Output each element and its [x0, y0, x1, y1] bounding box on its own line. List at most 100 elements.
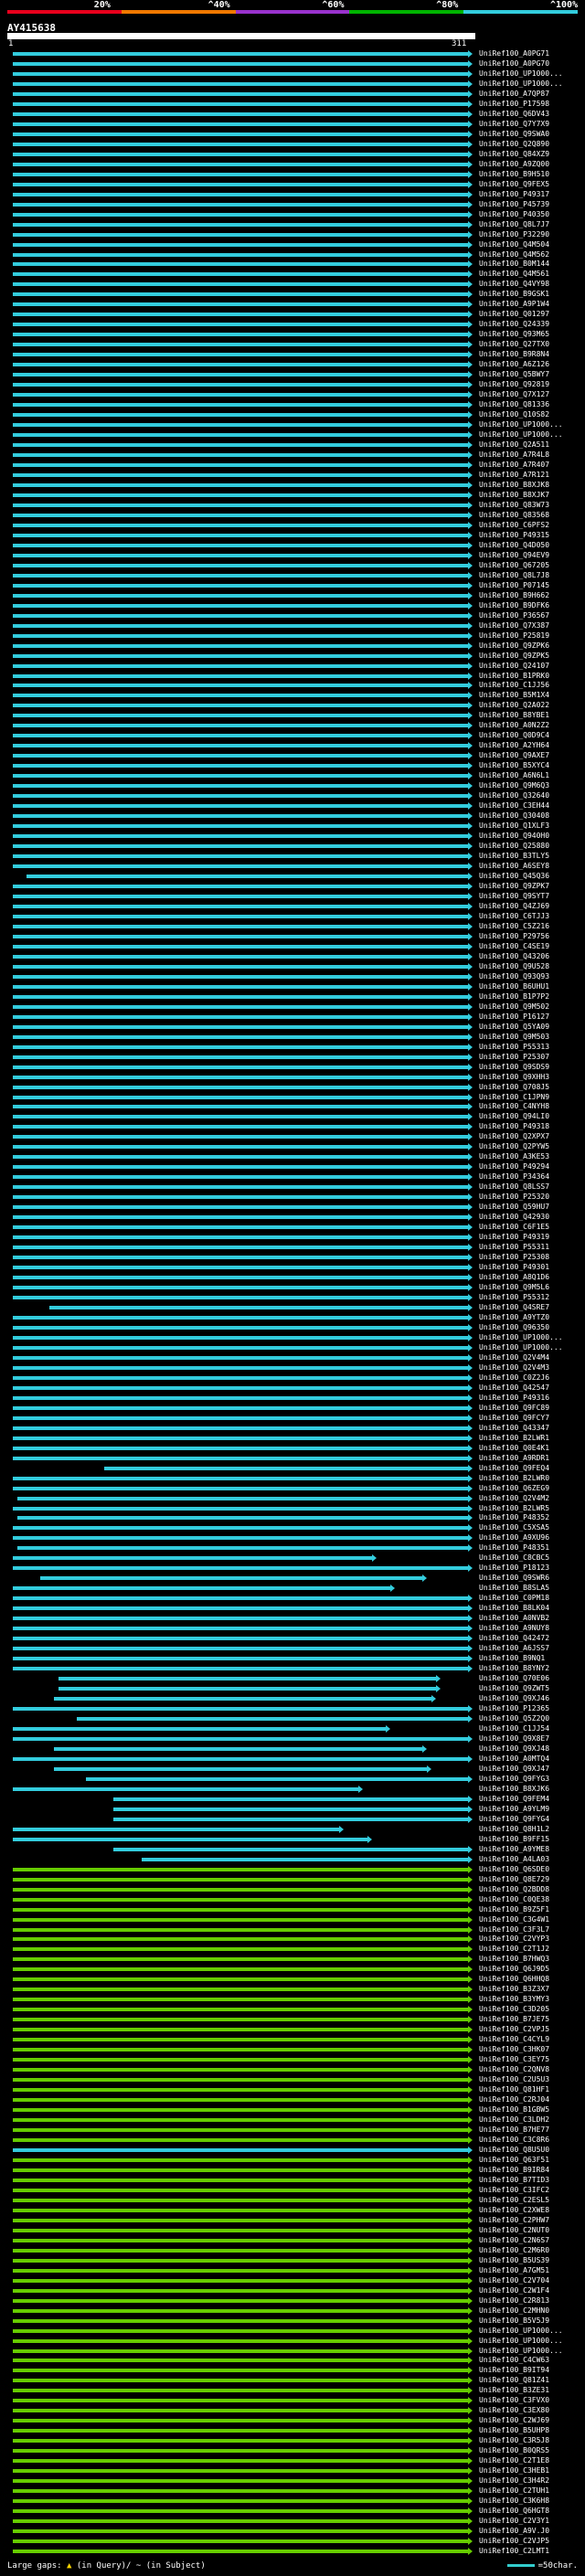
hit-row[interactable]: UniRef100_B8XJK8 — [0, 481, 585, 490]
hit-row[interactable]: UniRef100_B3TLY5 — [0, 852, 585, 861]
hit-label[interactable]: UniRef100_Q9FYG3 — [479, 1775, 549, 1784]
hit-row[interactable]: UniRef100_Q8U5U0 — [0, 2146, 585, 2155]
hit-label[interactable]: UniRef100_Q9FCY7 — [479, 1414, 549, 1423]
hit-label[interactable]: UniRef100_Q7X127 — [479, 390, 549, 399]
hit-label[interactable]: UniRef100_A0N2Z2 — [479, 721, 549, 730]
hit-label[interactable]: UniRef100_C0Z2J6 — [479, 1373, 549, 1383]
hit-row[interactable]: UniRef100_Q5BWY7 — [0, 370, 585, 379]
hit-label[interactable]: UniRef100_Q81336 — [479, 400, 549, 409]
hit-row[interactable]: UniRef100_P25819 — [0, 631, 585, 641]
hit-row[interactable]: UniRef100_Q63F51 — [0, 2156, 585, 2165]
hit-label[interactable]: UniRef100_B2LWR1 — [479, 1434, 549, 1443]
hit-row[interactable]: UniRef100_Q93M65 — [0, 330, 585, 339]
hit-row[interactable]: UniRef100_B5V5J9 — [0, 2316, 585, 2326]
hit-row[interactable]: UniRef100_C3HEB1 — [0, 2466, 585, 2475]
hit-label[interactable]: UniRef100_Q2XPX7 — [479, 1132, 549, 1141]
hit-label[interactable]: UniRef100_B8XJK8 — [479, 481, 549, 490]
hit-row[interactable]: UniRef100_UP1000... — [0, 430, 585, 440]
hit-row[interactable]: UniRef100_Q9M6Q3 — [0, 781, 585, 790]
hit-row[interactable]: UniRef100_Q2V4M3 — [0, 1363, 585, 1373]
hit-label[interactable]: UniRef100_Q9XJ48 — [479, 1744, 549, 1754]
hit-label[interactable]: UniRef100_Q8L7J7 — [479, 220, 549, 229]
hit-label[interactable]: UniRef100_A6SEY8 — [479, 862, 549, 871]
hit-row[interactable]: UniRef100_Q1XLF3 — [0, 822, 585, 831]
hit-row[interactable]: UniRef100_Q4M561 — [0, 270, 585, 279]
hit-label[interactable]: UniRef100_Q4M562 — [479, 250, 549, 260]
hit-label[interactable]: UniRef100_B0M144 — [479, 260, 549, 269]
hit-label[interactable]: UniRef100_C2U5U3 — [479, 2075, 549, 2084]
hit-row[interactable]: UniRef100_B8YBE1 — [0, 711, 585, 720]
hit-row[interactable]: UniRef100_C1JPN9 — [0, 1093, 585, 1102]
hit-row[interactable]: UniRef100_Q45Q36 — [0, 872, 585, 881]
hit-label[interactable]: UniRef100_A9RDR1 — [479, 1454, 549, 1463]
hit-row[interactable]: UniRef100_Q9M502 — [0, 1002, 585, 1012]
hit-label[interactable]: UniRef100_Q8L7J8 — [479, 571, 549, 580]
hit-row[interactable]: UniRef100_A9YTZ0 — [0, 1313, 585, 1322]
hit-row[interactable]: UniRef100_P49294 — [0, 1162, 585, 1171]
hit-label[interactable]: UniRef100_Q6J9D5 — [479, 1965, 549, 1974]
hit-label[interactable]: UniRef100_Q4D050 — [479, 541, 549, 550]
hit-label[interactable]: UniRef100_C0QE38 — [479, 1895, 549, 1904]
hit-row[interactable]: UniRef100_C2XWE8 — [0, 2206, 585, 2215]
hit-row[interactable]: UniRef100_C2VPJ5 — [0, 2025, 585, 2034]
hit-label[interactable]: UniRef100_B8SLA5 — [479, 1584, 549, 1593]
hit-row[interactable]: UniRef100_C3HK07 — [0, 2045, 585, 2054]
hit-row[interactable]: UniRef100_C3H4R2 — [0, 2476, 585, 2486]
hit-label[interactable]: UniRef100_A8Q1D6 — [479, 1273, 549, 1282]
hit-label[interactable]: UniRef100_C3HEB1 — [479, 2466, 549, 2475]
hit-label[interactable]: UniRef100_P29756 — [479, 932, 549, 941]
hit-row[interactable]: UniRef100_P49317 — [0, 190, 585, 199]
hit-row[interactable]: UniRef100_B7HWQ3 — [0, 1955, 585, 1964]
hit-label[interactable]: UniRef100_C3F3L7 — [479, 1925, 549, 1935]
hit-row[interactable]: UniRef100_C2V3Y1 — [0, 2517, 585, 2526]
hit-row[interactable]: UniRef100_Q9SWA0 — [0, 130, 585, 139]
hit-label[interactable]: UniRef100_Q92819 — [479, 380, 549, 389]
hit-label[interactable]: UniRef100_A0MTQ4 — [479, 1754, 549, 1764]
hit-label[interactable]: UniRef100_P25320 — [479, 1193, 549, 1202]
hit-row[interactable]: UniRef100_A9P1W4 — [0, 300, 585, 309]
hit-label[interactable]: UniRef100_Q9FEX5 — [479, 180, 549, 189]
hit-row[interactable]: UniRef100_Q94LI0 — [0, 1112, 585, 1121]
hit-label[interactable]: UniRef100_P12365 — [479, 1704, 549, 1713]
hit-label[interactable]: UniRef100_B5US39 — [479, 2256, 549, 2265]
hit-label[interactable]: UniRef100_Q9ZPK7 — [479, 882, 549, 891]
hit-label[interactable]: UniRef100_C2TUH1 — [479, 2486, 549, 2496]
hit-label[interactable]: UniRef100_P18123 — [479, 1564, 549, 1573]
hit-label[interactable]: UniRef100_Q6HGT8 — [479, 2507, 549, 2516]
hit-row[interactable]: UniRef100_C0PM18 — [0, 1594, 585, 1603]
hit-label[interactable]: UniRef100_A4LA03 — [479, 1855, 549, 1864]
hit-label[interactable]: UniRef100_Q2V4M3 — [479, 1363, 549, 1373]
hit-row[interactable]: UniRef100_A2YH64 — [0, 741, 585, 750]
hit-row[interactable]: UniRef100_A9ZQ00 — [0, 160, 585, 169]
hit-label[interactable]: UniRef100_B2LWR0 — [479, 1474, 549, 1483]
hit-row[interactable]: UniRef100_P36567 — [0, 611, 585, 620]
hit-row[interactable]: UniRef100_Q2A022 — [0, 701, 585, 710]
hit-row[interactable]: UniRef100_Q9SYT7 — [0, 892, 585, 901]
hit-label[interactable]: UniRef100_UP1000... — [479, 1333, 563, 1342]
hit-row[interactable]: UniRef100_C5Z216 — [0, 922, 585, 931]
hit-row[interactable]: UniRef100_B3YMY3 — [0, 1995, 585, 2004]
hit-label[interactable]: UniRef100_A9NUY8 — [479, 1624, 549, 1633]
hit-label[interactable]: UniRef100_Q2Q890 — [479, 140, 549, 149]
hit-label[interactable]: UniRef100_A7GM51 — [479, 2266, 549, 2275]
hit-label[interactable]: UniRef100_C3HK07 — [479, 2045, 549, 2054]
hit-row[interactable]: UniRef100_B9R8N4 — [0, 350, 585, 359]
hit-label[interactable]: UniRef100_C1JJ54 — [479, 1724, 549, 1733]
hit-row[interactable]: UniRef100_P12365 — [0, 1704, 585, 1713]
hit-row[interactable]: UniRef100_P48352 — [0, 1513, 585, 1522]
hit-row[interactable]: UniRef100_Q6ZEG9 — [0, 1484, 585, 1493]
hit-row[interactable]: UniRef100_Q9FC89 — [0, 1404, 585, 1413]
hit-row[interactable]: UniRef100_C2LMT1 — [0, 2547, 585, 2556]
hit-row[interactable]: UniRef100_A6SEY8 — [0, 862, 585, 871]
hit-row[interactable]: UniRef100_Q9XHH3 — [0, 1073, 585, 1082]
hit-label[interactable]: UniRef100_C2XWE8 — [479, 2206, 549, 2215]
hit-row[interactable]: UniRef100_Q2V4M2 — [0, 1494, 585, 1503]
hit-row[interactable]: UniRef100_Q01297 — [0, 310, 585, 319]
hit-label[interactable]: UniRef100_A6JSS7 — [479, 1644, 549, 1653]
hit-row[interactable]: UniRef100_P29756 — [0, 932, 585, 941]
hit-row[interactable]: UniRef100_B5M1X4 — [0, 691, 585, 700]
hit-label[interactable]: UniRef100_Q94EV9 — [479, 551, 549, 560]
hit-row[interactable]: UniRef100_A7R407 — [0, 461, 585, 470]
hit-row[interactable]: UniRef100_B7JE75 — [0, 2015, 585, 2024]
hit-label[interactable]: UniRef100_B9NQ1 — [479, 1654, 545, 1663]
